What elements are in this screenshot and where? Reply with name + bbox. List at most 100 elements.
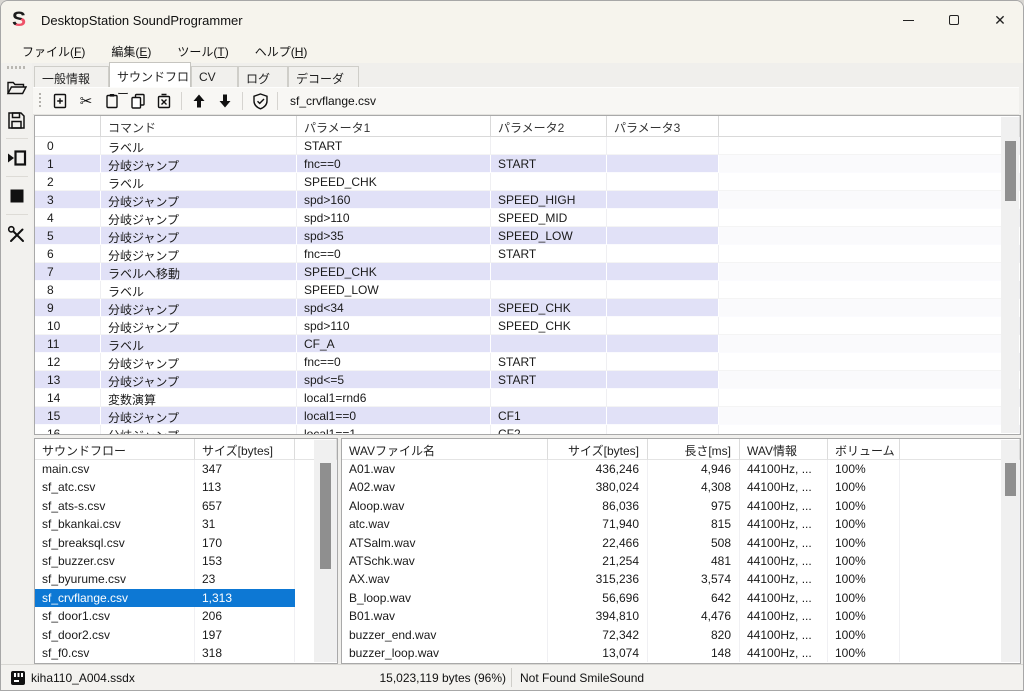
table-row[interactable]: 16 分岐ジャンプ local1==1 CF2 (35, 425, 1020, 435)
flow-grid-scrollbar[interactable] (1001, 117, 1019, 433)
toolbar-grip[interactable] (39, 93, 41, 109)
menu-item[interactable]: 編集(E) (98, 40, 164, 63)
table-row[interactable]: 6 分岐ジャンプ fnc==0 START (35, 245, 1020, 263)
list-item[interactable]: A02.wav 380,024 4,308 44100Hz, ... 100% (342, 478, 1020, 496)
delete-row-button[interactable] (151, 89, 177, 113)
tab[interactable]: 一般情報 (34, 66, 109, 87)
save-button[interactable] (4, 107, 30, 133)
open-file-button[interactable] (4, 75, 30, 101)
menu-item[interactable]: ヘルプ(H) (242, 40, 321, 63)
move-up-button[interactable] (186, 89, 212, 113)
toolbar-grip[interactable] (7, 66, 27, 69)
column-header[interactable]: WAVファイル名 (342, 439, 548, 460)
scrollbar-thumb[interactable] (320, 463, 331, 569)
cell-wav-length: 508 (648, 534, 740, 552)
column-header[interactable]: パラメータ3 (607, 116, 719, 137)
sound-flow-list: サウンドフロー サイズ[bytes] main.csv 347 sf_atc.c… (34, 438, 338, 664)
list-item[interactable]: sf_crvflange.csv 1,313 (35, 589, 337, 607)
table-row[interactable]: 15 分岐ジャンプ local1==0 CF1 (35, 407, 1020, 425)
column-header[interactable]: 長さ[ms] (648, 439, 740, 460)
column-header[interactable]: パラメータ2 (491, 116, 607, 137)
cell-wav-size: 21,254 (548, 552, 648, 570)
table-row[interactable]: 9 分岐ジャンプ spd<34 SPEED_CHK (35, 299, 1020, 317)
cell-wav-name: B_loop.wav (342, 589, 548, 607)
list-item[interactable]: main.csv 347 (35, 460, 337, 478)
list-item[interactable]: A01.wav 436,246 4,946 44100Hz, ... 100% (342, 460, 1020, 478)
column-header[interactable]: サイズ[bytes] (195, 439, 295, 460)
list-item[interactable]: sf_door2.csv 197 (35, 626, 337, 644)
cell-wav-size: 380,024 (548, 478, 648, 496)
tab[interactable]: サウンドフロー (109, 62, 191, 87)
table-row[interactable]: 4 分岐ジャンプ spd>110 SPEED_MID (35, 209, 1020, 227)
tools-button[interactable] (4, 221, 30, 247)
stop-button[interactable] (4, 183, 30, 209)
write-decoder-button[interactable] (4, 145, 30, 171)
list-item[interactable]: sf_ats-s.csv 657 (35, 497, 337, 515)
close-button[interactable]: ✕ (977, 1, 1023, 39)
list-item[interactable]: buzzer_end.wav 72,342 820 44100Hz, ... 1… (342, 626, 1020, 644)
list-item[interactable]: B_loop.wav 56,696 642 44100Hz, ... 100% (342, 589, 1020, 607)
table-row[interactable]: 5 分岐ジャンプ spd>35 SPEED_LOW (35, 227, 1020, 245)
table-row[interactable]: 12 分岐ジャンプ fnc==0 START (35, 353, 1020, 371)
list-item[interactable]: sf_buzzer.csv 153 (35, 552, 337, 570)
toolbar-separator (6, 176, 28, 177)
cell-filler (719, 407, 1020, 425)
cut-button[interactable]: ✂ (73, 89, 99, 113)
column-header[interactable]: パラメータ1 (297, 116, 491, 137)
table-row[interactable]: 14 変数演算 local1=rnd6 (35, 389, 1020, 407)
table-row[interactable]: 0 ラベル START (35, 137, 1020, 155)
list-item[interactable]: sf_f0.csv 318 (35, 644, 337, 662)
column-header[interactable]: ボリューム (828, 439, 900, 460)
maximize-button[interactable] (931, 1, 977, 39)
verify-button[interactable] (247, 89, 273, 113)
list-item[interactable]: B01.wav 394,810 4,476 44100Hz, ... 100% (342, 607, 1020, 625)
cell-wav-length: 975 (648, 497, 740, 515)
cell-wav-length: 481 (648, 552, 740, 570)
table-row[interactable]: 10 分岐ジャンプ spd>110 SPEED_CHK (35, 317, 1020, 335)
menu-item[interactable]: ツール(T) (164, 40, 241, 63)
column-header[interactable]: コマンド (101, 116, 297, 137)
menu-item[interactable]: ファイル(F) (9, 40, 98, 63)
column-header[interactable]: サイズ[bytes] (548, 439, 648, 460)
list-item[interactable]: ATSalm.wav 22,466 508 44100Hz, ... 100% (342, 534, 1020, 552)
list-item[interactable]: sf_byurume.csv 23 (35, 570, 337, 588)
column-header[interactable]: WAV情報 (740, 439, 828, 460)
cell-param1: spd>160 (297, 191, 491, 209)
minimize-button[interactable] (885, 1, 931, 39)
move-down-button[interactable] (212, 89, 238, 113)
table-row[interactable]: 13 分岐ジャンプ spd<=5 START (35, 371, 1020, 389)
scrollbar-thumb[interactable] (1005, 463, 1016, 496)
add-row-button[interactable] (47, 89, 73, 113)
table-row[interactable]: 8 ラベル SPEED_LOW (35, 281, 1020, 299)
cell-flow-size: 318 (195, 644, 295, 662)
tab[interactable]: デコーダ (288, 66, 359, 87)
table-row[interactable]: 3 分岐ジャンプ spd>160 SPEED_HIGH (35, 191, 1020, 209)
cell-flow-size: 197 (195, 626, 295, 644)
tab[interactable]: ログ (238, 66, 288, 87)
table-row[interactable]: 11 ラベル CF_A (35, 335, 1020, 353)
wav-list-scrollbar[interactable] (1001, 440, 1019, 662)
list-item[interactable]: sf_bkankai.csv 31 (35, 515, 337, 533)
list-item[interactable]: atc.wav 71,940 815 44100Hz, ... 100% (342, 515, 1020, 533)
list-item[interactable]: buzzer_loop.wav 13,074 148 44100Hz, ... … (342, 644, 1020, 662)
list-item[interactable]: sf_door1.csv 206 (35, 607, 337, 625)
scrollbar-thumb[interactable] (1005, 141, 1016, 201)
table-row[interactable]: 7 ラベルへ移動 SPEED_CHK (35, 263, 1020, 281)
cell-wav-size: 315,236 (548, 570, 648, 588)
tab[interactable]: CV (191, 66, 238, 87)
row-number: 12 (35, 353, 101, 371)
list-item[interactable]: sf_breaksql.csv 170 (35, 534, 337, 552)
cell-wav-name: ATSalm.wav (342, 534, 548, 552)
cell-flow-name: main.csv (35, 460, 195, 478)
list-item[interactable]: Aloop.wav 86,036 975 44100Hz, ... 100% (342, 497, 1020, 515)
list-item[interactable]: sf_atc.csv 113 (35, 478, 337, 496)
table-row[interactable]: 1 分岐ジャンプ fnc==0 START (35, 155, 1020, 173)
flow-list-scrollbar[interactable] (314, 440, 336, 662)
cell-param2 (491, 173, 607, 191)
side-toolbar (1, 63, 32, 664)
table-row[interactable]: 2 ラベル SPEED_CHK (35, 173, 1020, 191)
column-header[interactable] (35, 116, 101, 137)
list-item[interactable]: ATSchk.wav 21,254 481 44100Hz, ... 100% (342, 552, 1020, 570)
list-item[interactable]: AX.wav 315,236 3,574 44100Hz, ... 100% (342, 570, 1020, 588)
column-header[interactable]: サウンドフロー (35, 439, 195, 460)
